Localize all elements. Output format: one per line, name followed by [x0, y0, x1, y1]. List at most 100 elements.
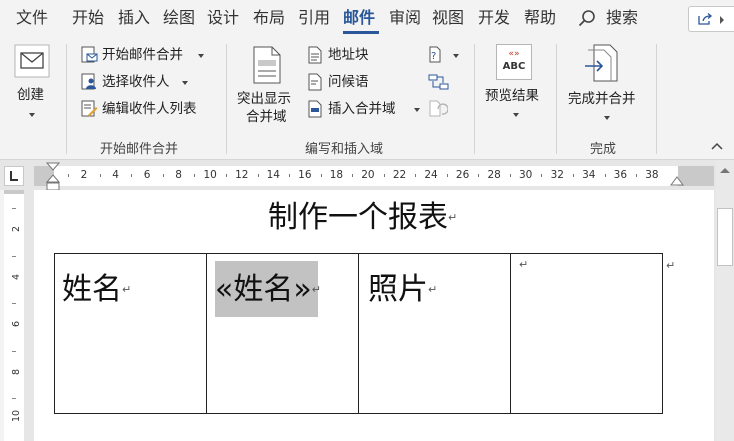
- table-cell[interactable]: 照片 ↵: [359, 254, 511, 413]
- merge-field-name[interactable]: «姓名» ↵: [215, 270, 321, 310]
- ruler-number: 4: [112, 169, 119, 181]
- create-label: 创建: [17, 87, 44, 103]
- chevron-down-icon: [29, 113, 35, 117]
- tab-review[interactable]: 审阅: [389, 8, 421, 28]
- ruler-tick: [131, 174, 133, 177]
- start-merge-label: 开始邮件合并: [102, 47, 183, 63]
- create-button[interactable]: 创建: [6, 40, 58, 120]
- ruler-number: 32: [550, 169, 564, 181]
- group-label-finish: 完成: [590, 142, 617, 157]
- group-separator: [226, 44, 227, 154]
- ruler-number: 10: [203, 169, 217, 181]
- ribbon-mailings: 创建 开始邮件合并 选择收件人 编辑收件人列表 开始邮件合并 突出显示 合并域 …: [0, 38, 734, 160]
- share-icon: [698, 13, 713, 25]
- table-cell[interactable]: ↵: [511, 254, 663, 413]
- row-end-mark: ↵: [666, 259, 676, 272]
- edit-recipient-list-label: 编辑收件人列表: [102, 101, 197, 117]
- tab-help[interactable]: 帮助: [524, 8, 556, 28]
- merge-chevrons: «»: [508, 49, 520, 59]
- vertical-scrollbar[interactable]: [716, 160, 734, 441]
- collapse-ribbon-icon[interactable]: [710, 141, 724, 151]
- highlight-label-line2: 合并域: [246, 109, 287, 125]
- scrollbar-thumb[interactable]: [717, 208, 733, 266]
- ruler-tick: [415, 174, 417, 177]
- tab-selector[interactable]: [4, 166, 24, 186]
- tab-developer[interactable]: 开发: [478, 8, 510, 28]
- vertical-ruler-number: 10: [11, 409, 22, 422]
- chevron-down-icon: [414, 108, 420, 112]
- share-button[interactable]: [688, 6, 734, 32]
- finish-merge-icon: [585, 44, 618, 82]
- ruler-tick: [99, 174, 101, 177]
- tab-design[interactable]: 设计: [207, 8, 239, 28]
- tab-home[interactable]: 开始: [72, 8, 104, 28]
- group-label-start-merge: 开始邮件合并: [100, 142, 179, 157]
- ruler-tick: [541, 174, 543, 177]
- ruler-number: 28: [487, 169, 501, 181]
- edit-list-icon: [81, 100, 98, 117]
- tab-references[interactable]: 引用: [298, 8, 330, 28]
- scroll-up-icon[interactable]: [716, 163, 734, 177]
- ruler-number: 16: [298, 169, 312, 181]
- ruler-tick: [68, 174, 70, 177]
- indent-markers[interactable]: [46, 162, 60, 192]
- ruler-tick: [352, 174, 354, 177]
- right-indent-marker[interactable]: [670, 176, 684, 188]
- ruler-number: 26: [455, 169, 470, 181]
- group-separator: [66, 44, 67, 154]
- ruler-number: 36: [613, 169, 628, 181]
- finish-merge-button[interactable]: 完成并合并: [562, 40, 652, 128]
- abc-text: ABC: [502, 61, 526, 72]
- chevron-down-icon: [513, 113, 519, 117]
- table-cell[interactable]: «姓名» ↵: [207, 254, 359, 413]
- report-table[interactable]: 姓名 ↵ «姓名» ↵ 照片 ↵ ↵: [54, 253, 663, 414]
- chevron-down-icon: [453, 54, 459, 58]
- table-cell[interactable]: 姓名 ↵: [55, 254, 207, 413]
- document-title[interactable]: 制作一个报表 ↵: [268, 198, 457, 238]
- ruler-number: 20: [361, 169, 375, 181]
- rules-icon: ?: [429, 46, 441, 63]
- finish-merge-label: 完成并合并: [568, 91, 636, 107]
- tab-view[interactable]: 视图: [432, 8, 464, 28]
- vertical-ruler-tick: [12, 303, 16, 304]
- select-recipients-label: 选择收件人: [102, 74, 170, 90]
- ruler-tick: [636, 174, 638, 177]
- ruler-number: 12: [235, 169, 249, 181]
- chevron-down-icon: [182, 81, 188, 85]
- highlight-merge-fields-button[interactable]: 突出显示 合并域: [234, 40, 302, 128]
- tab-file[interactable]: 文件: [16, 8, 48, 28]
- chevron-right-icon: [720, 16, 724, 24]
- left-tab-icon: [10, 171, 18, 181]
- title-text: 制作一个报表: [268, 200, 448, 235]
- insert-merge-field-icon: [308, 100, 322, 118]
- cell-text: 照片: [368, 272, 428, 307]
- preview-results-label: 预览结果: [485, 88, 539, 104]
- tab-mailings[interactable]: 邮件: [343, 8, 375, 28]
- search-icon[interactable]: [578, 9, 596, 27]
- vertical-ruler-tick: [12, 255, 16, 257]
- paragraph-mark: ↵: [519, 258, 529, 271]
- greeting-line-label: 问候语: [328, 74, 369, 90]
- tab-insert[interactable]: 插入: [118, 8, 150, 28]
- tab-layout[interactable]: 布局: [253, 8, 285, 28]
- search-label[interactable]: 搜索: [606, 8, 638, 28]
- envelope-icon: [14, 44, 50, 78]
- active-tab-underline: [343, 31, 379, 34]
- chevron-down-icon: [604, 116, 610, 120]
- insert-merge-field-label: 插入合并域: [328, 101, 396, 117]
- vertical-ruler-number: 6: [11, 320, 22, 327]
- vertical-ruler-number: 2: [11, 225, 22, 232]
- ruler-tick: [289, 174, 291, 177]
- paragraph-mark: ↵: [122, 283, 132, 296]
- cell-text: «姓名»: [215, 272, 312, 307]
- cell-text: 姓名: [62, 272, 122, 307]
- preview-results-button[interactable]: «» ABC 预览结果: [480, 40, 552, 128]
- highlight-label-line1: 突出显示: [237, 91, 291, 107]
- tab-draw[interactable]: 绘图: [163, 8, 195, 28]
- svg-text:?: ?: [431, 51, 436, 62]
- start-mail-merge-icon: [81, 46, 98, 63]
- word-window: 文件 开始 插入 绘图 设计 布局 引用 邮件 审阅 视图 开发 帮助 搜索 创…: [0, 0, 734, 441]
- vertical-ruler-tick: [12, 398, 16, 399]
- preview-abc-icon: «» ABC: [496, 44, 532, 80]
- ribbon-tab-bar: 文件 开始 插入 绘图 设计 布局 引用 邮件 审阅 视图 开发 帮助 搜索: [0, 0, 734, 38]
